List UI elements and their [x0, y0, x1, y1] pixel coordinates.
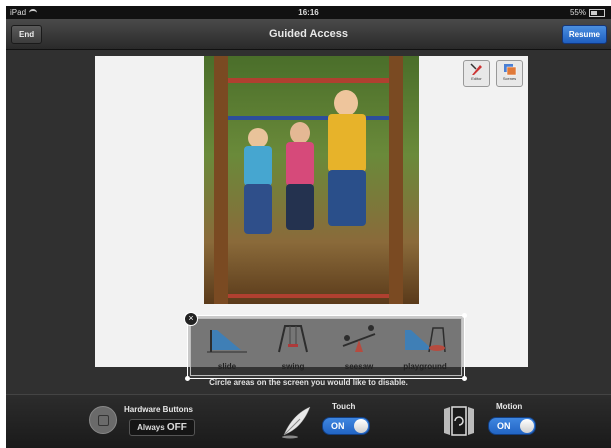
- touch-state: ON: [331, 421, 345, 431]
- close-icon[interactable]: ×: [184, 312, 198, 326]
- scenes-icon: [503, 64, 516, 76]
- playground-photo: [204, 56, 419, 304]
- instruction-text: Circle areas on the screen you would lik…: [209, 378, 408, 387]
- status-bar: iPad 16:16 55%: [6, 6, 611, 19]
- rotate-device-icon: [444, 406, 474, 436]
- touch-toggle[interactable]: ON: [322, 417, 370, 435]
- toggle-knob: [520, 419, 534, 433]
- hardware-buttons-state: OFF: [166, 422, 187, 433]
- editor-icon: [469, 63, 482, 75]
- scenes-button[interactable]: Scenes: [496, 60, 523, 87]
- editor-button[interactable]: Editor: [463, 60, 490, 87]
- ipad-screen: iPad 16:16 55% End Guided Access Resume: [6, 6, 611, 448]
- home-button-icon: [89, 406, 117, 434]
- motion-label: Motion: [496, 402, 523, 411]
- feather-icon: [282, 406, 311, 439]
- hardware-buttons-selector[interactable]: Always OFF: [129, 419, 195, 436]
- battery-indicator: 55%: [570, 6, 605, 19]
- scenes-label: Scenes: [502, 76, 517, 81]
- app-preview-area[interactable]: Editor Scenes slide swing seesaw playgro…: [6, 50, 611, 394]
- resume-button[interactable]: Resume: [561, 25, 607, 44]
- resize-handle[interactable]: [462, 313, 467, 318]
- motion-toggle[interactable]: ON: [488, 417, 536, 435]
- battery-percent: 55%: [569, 8, 586, 17]
- disabled-area-selection[interactable]: [185, 313, 467, 381]
- motion-state: ON: [497, 421, 511, 431]
- editor-label: Editor: [471, 76, 482, 81]
- touch-label: Touch: [332, 402, 356, 411]
- hardware-buttons-prefix: Always: [137, 423, 165, 432]
- battery-icon: [589, 8, 605, 17]
- page-title: Guided Access: [268, 28, 349, 40]
- toggle-knob: [354, 419, 368, 433]
- app-screen-preview[interactable]: Editor Scenes slide swing seesaw playgro…: [95, 56, 528, 381]
- hardware-buttons-label: Hardware Buttons: [124, 405, 193, 414]
- options-panel: Hardware Buttons Always OFF Touch ON Mot…: [6, 394, 611, 448]
- status-time: 16:16: [298, 8, 319, 17]
- guided-access-nav-bar: End Guided Access Resume: [6, 19, 611, 50]
